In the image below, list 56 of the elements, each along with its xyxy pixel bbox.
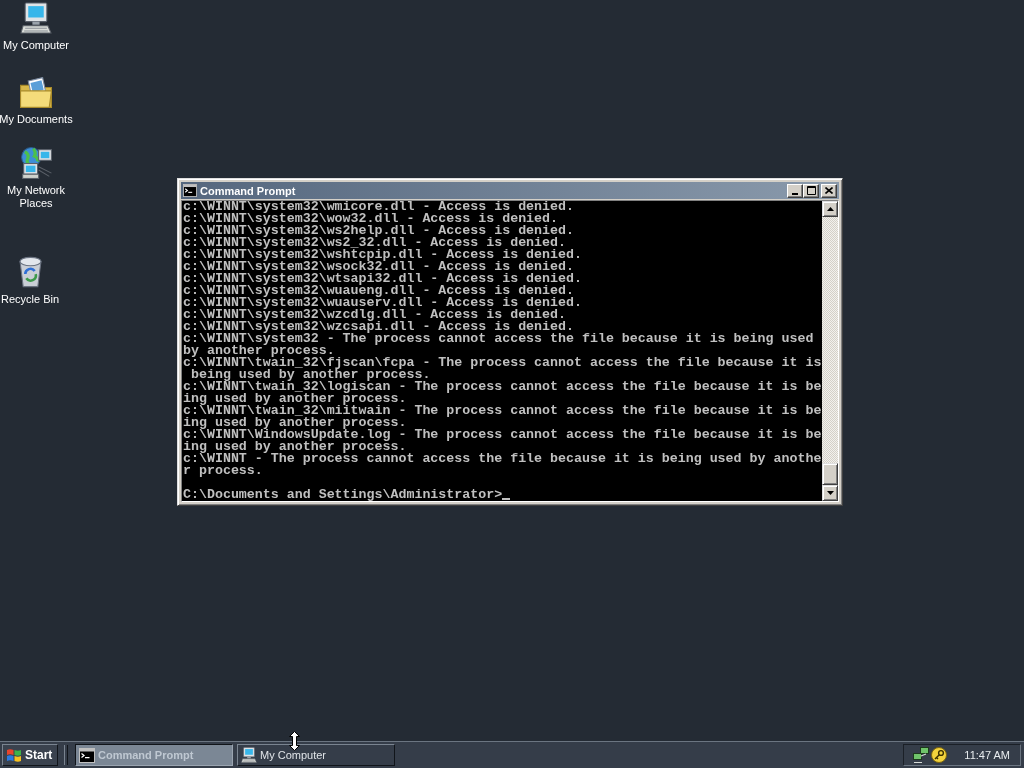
close-button[interactable] <box>821 183 837 198</box>
console-line: by another process. <box>183 345 335 357</box>
console-line: c:\WINNT\system32\wsock32.dll - Access is denied. <box>183 261 574 273</box>
console-line: c:\WINNT\system32\wmicore.dll - Access is denied. <box>183 201 575 213</box>
desktop-icon-label[interactable]: My Documents <box>0 113 73 126</box>
command-prompt-text: C:\Documents and Settings\Administrator> <box>183 489 503 501</box>
down-arrow-icon <box>826 491 834 495</box>
console-line: c:\WINNT\twain_32\logiscan - The process cannot access the file because it is be <box>183 381 822 393</box>
computer-icon[interactable] <box>20 2 52 34</box>
text-cursor-icon <box>502 498 511 500</box>
console-line: r process. <box>183 465 264 477</box>
console-line: ing used by another process. <box>183 441 407 453</box>
start-button[interactable]: Start <box>2 744 58 766</box>
desktop-icon-label[interactable]: My Network Places <box>0 184 74 210</box>
computers-icon[interactable] <box>913 747 929 763</box>
console-line: c:\WINNT\system32\wuauserv.dll - Access is denied. <box>183 297 583 309</box>
resize-cursor-icon <box>289 731 300 751</box>
clock: 11:47 AM <box>964 749 1010 761</box>
console-line: c:\WINNT\system32\ws2help.dll - Access is denied. <box>183 225 575 237</box>
maximize-icon <box>806 186 816 195</box>
console-line: c:\WINNT\system32\ws2_32.dll - Access is denied. <box>183 237 566 249</box>
scrollbar-thumb[interactable] <box>822 463 838 485</box>
up-arrow-icon <box>826 207 834 211</box>
minimize-icon <box>792 192 798 195</box>
console-icon <box>79 747 95 763</box>
maximize-button[interactable] <box>803 183 819 198</box>
console-line: ing used by another process. <box>183 417 408 429</box>
console-line: c:\WINNT\system32\wtsapi32.dll - Access is denied. <box>183 273 583 285</box>
console-line: being used by another process. <box>190 369 431 381</box>
computer-icon <box>241 747 257 763</box>
console-line: c:\WINNT\system32\wow32.dll - Access is denied. <box>183 213 559 225</box>
console-line: c:\WINNT\twain_32\fjscan\fcpa - The process cannot access the file because it is <box>183 357 822 369</box>
minimize-button[interactable] <box>787 183 803 198</box>
key-icon[interactable] <box>931 747 947 763</box>
console-line: c:\WINNT - The process cannot access the file because it is being used by anothe <box>183 453 822 465</box>
desktop-icon-label[interactable]: Recycle Bin <box>0 293 60 306</box>
console-line: c:\WINNT\system32\wzcsapi.dll - Access is denied. <box>183 321 575 333</box>
console-line: c:\WINNT\WindowsUpdate.log - The process cannot access the file because it is be <box>183 429 822 441</box>
console-line: c:\WINNT\twain_32\miitwain - The process cannot access the file because it is be <box>183 405 822 417</box>
console-line: c:\WINNT\system32 - The process cannot access the file because it is being used <box>183 333 815 345</box>
window-title: Command Prompt <box>200 184 296 197</box>
console-icon <box>183 184 197 197</box>
scroll-down-button[interactable] <box>822 485 838 501</box>
scroll-up-button[interactable] <box>822 201 838 217</box>
globe-computers-icon[interactable] <box>20 147 52 179</box>
console-line: c:\WINNT\system32\wuaueng.dll - Access is denied. <box>183 285 574 297</box>
folder-icon[interactable] <box>20 77 52 108</box>
title-bar[interactable]: Command Prompt <box>181 182 839 199</box>
windows-flag-icon <box>6 747 22 763</box>
console-line: c:\WINNT\system32\wzcdlg.dll - Access is denied. <box>183 309 566 321</box>
console-line: ing used by another process. <box>183 393 408 405</box>
recycle-bin-icon[interactable] <box>18 256 42 288</box>
console-line: c:\WINNT\system32\wshtcpip.dll - Access is denied. <box>183 249 583 261</box>
taskbar-button[interactable]: My Computer <box>237 744 395 766</box>
close-icon <box>825 187 833 194</box>
desktop-icon-label[interactable]: My Computer <box>3 39 69 52</box>
